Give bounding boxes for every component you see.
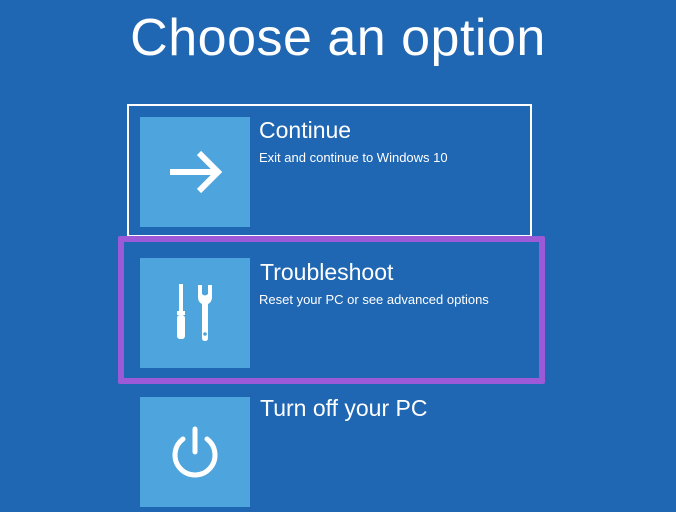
tools-icon (140, 258, 250, 368)
option-troubleshoot-label: Troubleshoot (260, 259, 394, 285)
option-continue-label: Continue (259, 117, 352, 143)
option-turn-off-label: Turn off your PC (260, 395, 428, 421)
power-icon (140, 397, 250, 507)
option-turn-off[interactable]: Turn off your PC (127, 384, 532, 512)
option-troubleshoot[interactable]: Troubleshoot Reset your PC or see advanc… (118, 236, 545, 384)
option-continue-description: Exit and continue to Windows 10 (259, 150, 448, 165)
arrow-right-icon (140, 117, 250, 227)
option-troubleshoot-description: Reset your PC or see advanced options (259, 292, 489, 307)
page-title: Choose an option (130, 9, 546, 67)
option-continue[interactable]: Continue Exit and continue to Windows 10 (127, 104, 532, 237)
